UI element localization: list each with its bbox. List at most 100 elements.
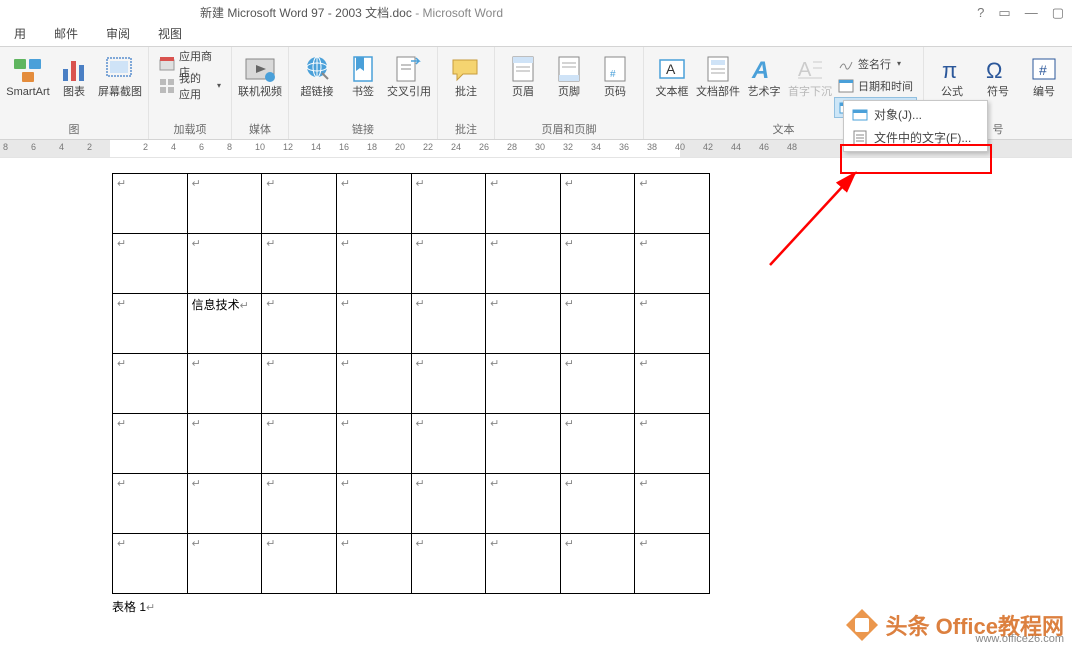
ruler-tick: 8 [227, 142, 232, 152]
table-cell[interactable]: ↵ [486, 294, 561, 354]
pagenum-button[interactable]: # 页码 [593, 51, 637, 117]
ruler-tick: 26 [479, 142, 489, 152]
table-cell[interactable]: ↵ [411, 354, 486, 414]
document-area[interactable]: ↵↵↵↵↵↵↵↵↵↵↵↵↵↵↵↵↵信息技术↵↵↵↵↵↵↵↵↵↵↵↵↵↵↵↵↵↵↵… [0, 158, 1072, 649]
table-cell[interactable]: ↵ [262, 414, 337, 474]
table-cell[interactable]: ↵ [187, 354, 262, 414]
table-cell[interactable]: ↵ [113, 234, 188, 294]
smartart-button[interactable]: SmartArt [6, 51, 50, 117]
table-cell[interactable]: ↵ [486, 174, 561, 234]
footer-button[interactable]: 页脚 [547, 51, 591, 117]
hyperlink-button[interactable]: 超链接 [295, 51, 339, 117]
dropdown-object[interactable]: 对象(J)... [846, 103, 985, 126]
signature-button[interactable]: 签名行▾ [834, 53, 917, 74]
header-button[interactable]: 页眉 [501, 51, 545, 117]
table-cell[interactable]: ↵ [262, 534, 337, 594]
textbox-button[interactable]: A 文本框 [650, 51, 694, 117]
table-cell[interactable]: ↵ [262, 354, 337, 414]
dropdown-text-from-file[interactable]: 文件中的文字(F)... [846, 126, 985, 149]
table-cell[interactable]: ↵ [486, 474, 561, 534]
table-cell[interactable]: ↵ [486, 234, 561, 294]
table-cell[interactable]: ↵ [635, 534, 710, 594]
table-cell[interactable]: ↵ [336, 534, 411, 594]
table-cell[interactable]: ↵ [560, 174, 635, 234]
table-cell[interactable]: ↵ [336, 294, 411, 354]
dropcap-button[interactable]: A 首字下沉 [788, 51, 832, 117]
number-button[interactable]: # 编号 [1022, 51, 1066, 117]
crossref-button[interactable]: 交叉引用 [387, 51, 431, 117]
ruler-tick: 22 [423, 142, 433, 152]
table-cell[interactable]: ↵ [486, 354, 561, 414]
table-cell[interactable]: ↵ [560, 354, 635, 414]
table-cell[interactable]: ↵ [262, 234, 337, 294]
table-cell[interactable]: ↵ [262, 294, 337, 354]
table-cell[interactable]: ↵ [336, 174, 411, 234]
table-cell[interactable]: ↵ [635, 414, 710, 474]
table-cell[interactable]: ↵ [336, 414, 411, 474]
table-cell[interactable]: ↵ [411, 174, 486, 234]
tab-mail[interactable]: 邮件 [40, 22, 92, 46]
table-cell[interactable]: ↵ [635, 474, 710, 534]
maximize-button[interactable]: ▢ [1052, 5, 1064, 21]
table-cell[interactable]: ↵ [187, 174, 262, 234]
table-cell[interactable]: ↵ [187, 534, 262, 594]
table-cell[interactable]: ↵ [187, 474, 262, 534]
table-cell[interactable]: ↵ [187, 234, 262, 294]
table-cell[interactable]: ↵ [113, 414, 188, 474]
table-cell[interactable]: ↵ [635, 174, 710, 234]
document-page[interactable]: ↵↵↵↵↵↵↵↵↵↵↵↵↵↵↵↵↵信息技术↵↵↵↵↵↵↵↵↵↵↵↵↵↵↵↵↵↵↵… [15, 158, 715, 649]
table-cell[interactable]: ↵ [336, 354, 411, 414]
table-cell[interactable]: ↵ [113, 534, 188, 594]
table-cell[interactable]: ↵ [635, 354, 710, 414]
table-cell[interactable]: ↵ [560, 294, 635, 354]
table-cell[interactable]: ↵ [560, 474, 635, 534]
chart-button[interactable]: 图表 [52, 51, 96, 117]
table-cell[interactable]: ↵ [113, 474, 188, 534]
table-cell[interactable]: ↵ [336, 234, 411, 294]
tab-view[interactable]: 视图 [144, 22, 196, 46]
table-cell[interactable]: ↵ [113, 174, 188, 234]
table-cell[interactable]: 信息技术↵ [187, 294, 262, 354]
ribbon-toggle-button[interactable]: ▭ [998, 5, 1010, 21]
screenshot-button[interactable]: 屏幕截图 [98, 51, 142, 117]
word-table[interactable]: ↵↵↵↵↵↵↵↵↵↵↵↵↵↵↵↵↵信息技术↵↵↵↵↵↵↵↵↵↵↵↵↵↵↵↵↵↵↵… [112, 173, 710, 594]
group-label-illustrations: 图 [6, 121, 142, 139]
number-icon: # [1028, 53, 1060, 85]
ruler-tick: 24 [451, 142, 461, 152]
table-cell[interactable]: ↵ [411, 234, 486, 294]
table-cell[interactable]: ↵ [336, 474, 411, 534]
object-dropdown: 对象(J)... 文件中的文字(F)... [843, 100, 988, 152]
table-cell[interactable]: ↵ [262, 174, 337, 234]
tab-review[interactable]: 审阅 [92, 22, 144, 46]
help-button[interactable]: ? [977, 5, 984, 21]
pagenum-icon: # [599, 53, 631, 85]
table-cell[interactable]: ↵ [560, 414, 635, 474]
onlinevideo-button[interactable]: 联机视频 [238, 51, 282, 117]
table-cell[interactable]: ↵ [411, 414, 486, 474]
table-cell[interactable]: ↵ [486, 534, 561, 594]
table-cell[interactable]: ↵ [262, 474, 337, 534]
table-cell[interactable]: ↵ [560, 534, 635, 594]
ruler-tick: 36 [619, 142, 629, 152]
bookmark-button[interactable]: 书签 [341, 51, 385, 117]
tab-partial[interactable]: 用 [0, 22, 40, 46]
table-cell[interactable]: ↵ [187, 414, 262, 474]
svg-text:A: A [751, 57, 769, 82]
table-cell[interactable]: ↵ [411, 534, 486, 594]
wordart-button[interactable]: A 艺术字 [742, 51, 786, 117]
ruler-tick: 46 [759, 142, 769, 152]
comment-button[interactable]: 批注 [444, 51, 488, 117]
quickparts-button[interactable]: 文档部件 [696, 51, 740, 117]
table-cell[interactable]: ↵ [635, 294, 710, 354]
table-cell[interactable]: ↵ [113, 354, 188, 414]
datetime-button[interactable]: 日期和时间 [834, 75, 917, 96]
header-icon [507, 53, 539, 85]
table-cell[interactable]: ↵ [560, 234, 635, 294]
table-cell[interactable]: ↵ [113, 294, 188, 354]
table-cell[interactable]: ↵ [411, 474, 486, 534]
table-cell[interactable]: ↵ [486, 414, 561, 474]
minimize-button[interactable]: — [1025, 5, 1038, 21]
table-cell[interactable]: ↵ [411, 294, 486, 354]
table-cell[interactable]: ↵ [635, 234, 710, 294]
myapps-button[interactable]: 我的应用▾ [155, 75, 225, 96]
